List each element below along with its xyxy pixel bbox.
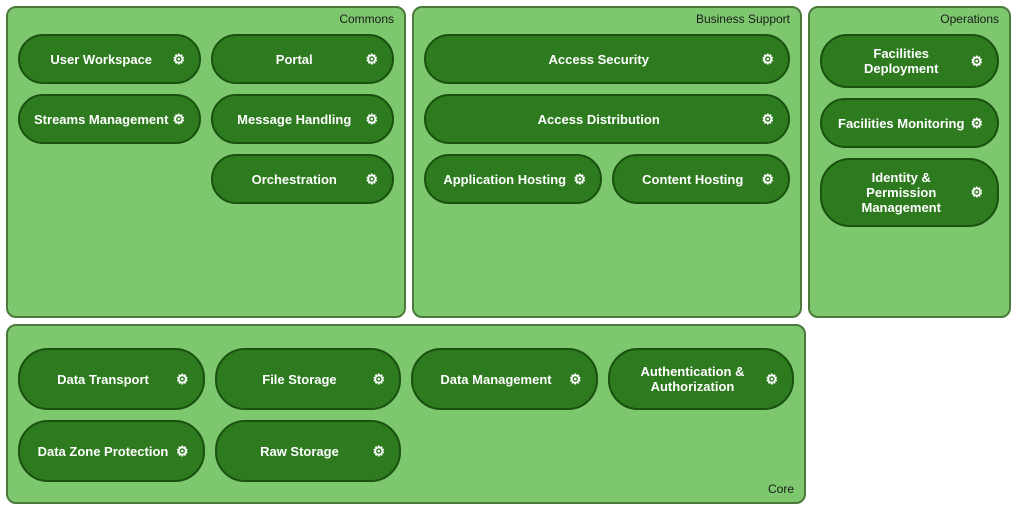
operations-label: Operations (940, 12, 999, 26)
commons-grid: User Workspace ⚙ Portal ⚙ Streams Manage… (18, 30, 394, 204)
bs-grid: Access Security ⚙ Access Distribution ⚙ … (424, 30, 790, 204)
user-workspace-icon: ⚙ (172, 51, 185, 68)
authentication-authorization-label: Authentication & Authorization (624, 364, 762, 394)
access-distribution-label: Access Distribution (440, 112, 757, 127)
data-management-chip[interactable]: Data Management ⚙ (411, 348, 598, 410)
streams-management-label: Streams Management (34, 112, 168, 127)
main-container: Commons User Workspace ⚙ Portal ⚙ Stream… (0, 0, 1017, 510)
content-hosting-chip[interactable]: Content Hosting ⚙ (612, 154, 790, 204)
access-distribution-icon: ⚙ (761, 111, 774, 128)
access-distribution-chip[interactable]: Access Distribution ⚙ (424, 94, 790, 144)
operations-section: Operations Facilities Deployment ⚙ Facil… (808, 6, 1011, 318)
data-management-label: Data Management (427, 372, 565, 387)
facilities-deployment-icon: ⚙ (970, 53, 983, 70)
facilities-monitoring-chip[interactable]: Facilities Monitoring ⚙ (820, 98, 999, 148)
raw-storage-chip[interactable]: Raw Storage ⚙ (215, 420, 402, 482)
raw-storage-icon: ⚙ (372, 443, 385, 460)
commons-label: Commons (339, 12, 394, 26)
core-section: Core Data Transport ⚙ File Storage ⚙ Dat… (6, 324, 806, 504)
message-handling-chip[interactable]: Message Handling ⚙ (211, 94, 394, 144)
streams-management-icon: ⚙ (172, 111, 185, 128)
access-security-label: Access Security (440, 52, 757, 67)
content-hosting-icon: ⚙ (761, 171, 774, 188)
portal-chip[interactable]: Portal ⚙ (211, 34, 394, 84)
identity-permission-management-label: Identity & Permission Management (836, 170, 966, 215)
data-transport-label: Data Transport (34, 372, 172, 387)
data-management-icon: ⚙ (569, 371, 582, 388)
access-security-icon: ⚙ (761, 51, 774, 68)
ops-grid: Facilities Deployment ⚙ Facilities Monit… (820, 30, 999, 227)
message-handling-label: Message Handling (227, 112, 361, 127)
facilities-monitoring-label: Facilities Monitoring (836, 116, 966, 131)
bottom-row: Core Data Transport ⚙ File Storage ⚙ Dat… (6, 324, 1011, 504)
business-support-section: Business Support Access Security ⚙ Acces… (412, 6, 802, 318)
identity-permission-management-chip[interactable]: Identity & Permission Management ⚙ (820, 158, 999, 227)
user-workspace-chip[interactable]: User Workspace ⚙ (18, 34, 201, 84)
portal-label: Portal (227, 52, 361, 67)
orchestration-chip[interactable]: Orchestration ⚙ (211, 154, 394, 204)
portal-icon: ⚙ (365, 51, 378, 68)
data-zone-protection-chip[interactable]: Data Zone Protection ⚙ (18, 420, 205, 482)
access-security-chip[interactable]: Access Security ⚙ (424, 34, 790, 84)
business-support-label: Business Support (696, 12, 790, 26)
authentication-authorization-icon: ⚙ (765, 371, 778, 388)
data-transport-icon: ⚙ (176, 371, 189, 388)
user-workspace-label: User Workspace (34, 52, 168, 67)
data-zone-protection-icon: ⚙ (176, 443, 189, 460)
commons-section: Commons User Workspace ⚙ Portal ⚙ Stream… (6, 6, 406, 318)
orchestration-label: Orchestration (227, 172, 361, 187)
bs-row-1: Access Security ⚙ (424, 34, 790, 84)
facilities-deployment-label: Facilities Deployment (836, 46, 966, 76)
orchestration-icon: ⚙ (365, 171, 378, 188)
application-hosting-chip[interactable]: Application Hosting ⚙ (424, 154, 602, 204)
authentication-authorization-chip[interactable]: Authentication & Authorization ⚙ (608, 348, 795, 410)
bs-row-2: Access Distribution ⚙ (424, 94, 790, 144)
identity-permission-management-icon: ⚙ (970, 184, 983, 201)
core-grid: Data Transport ⚙ File Storage ⚙ Data Man… (18, 348, 794, 482)
file-storage-label: File Storage (231, 372, 369, 387)
data-transport-chip[interactable]: Data Transport ⚙ (18, 348, 205, 410)
facilities-monitoring-icon: ⚙ (970, 115, 983, 132)
data-zone-protection-label: Data Zone Protection (34, 444, 172, 459)
file-storage-icon: ⚙ (372, 371, 385, 388)
facilities-deployment-chip[interactable]: Facilities Deployment ⚙ (820, 34, 999, 88)
streams-management-chip[interactable]: Streams Management ⚙ (18, 94, 201, 144)
raw-storage-label: Raw Storage (231, 444, 369, 459)
bs-row-3: Application Hosting ⚙ Content Hosting ⚙ (424, 154, 790, 204)
message-handling-icon: ⚙ (365, 111, 378, 128)
application-hosting-label: Application Hosting (440, 172, 569, 187)
top-row: Commons User Workspace ⚙ Portal ⚙ Stream… (6, 6, 1011, 318)
file-storage-chip[interactable]: File Storage ⚙ (215, 348, 402, 410)
core-label: Core (768, 482, 794, 496)
application-hosting-icon: ⚙ (573, 171, 586, 188)
content-hosting-label: Content Hosting (628, 172, 757, 187)
